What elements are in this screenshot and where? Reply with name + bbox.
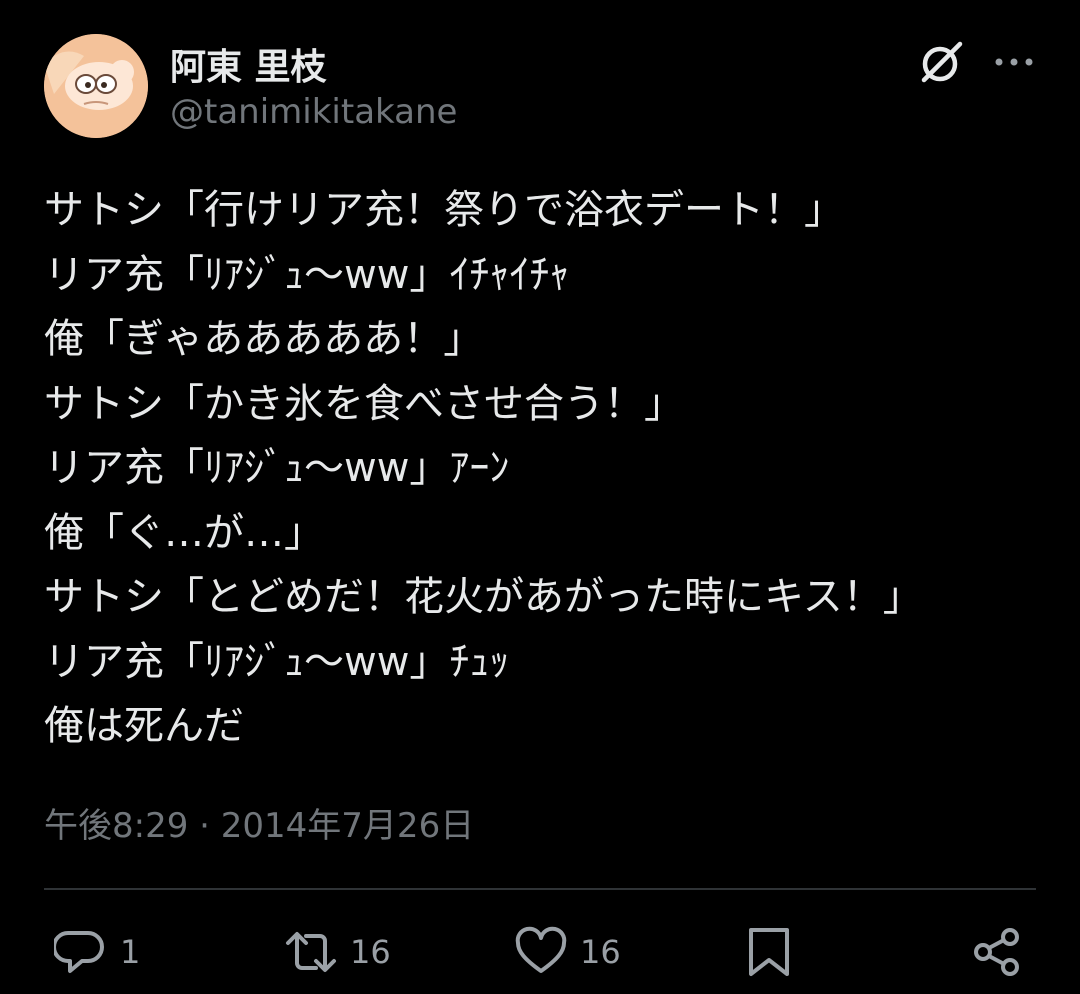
share-icon bbox=[974, 928, 1019, 976]
retweet-button[interactable]: 16 bbox=[284, 922, 391, 982]
like-count: 16 bbox=[580, 933, 621, 971]
tweet-line: 俺は死んだ bbox=[44, 703, 244, 749]
divider bbox=[44, 888, 1036, 890]
display-name[interactable]: 阿東 里枝 bbox=[170, 38, 327, 90]
tweet-text: サトシ「行けリア充！祭りで浴衣デート！」 リア充「ﾘｱｼﾞｭ〜ww」ｲﾁｬｲﾁｬ… bbox=[44, 178, 1044, 759]
reply-icon bbox=[54, 931, 104, 973]
tweet-line: 俺「ぐ…が…」 bbox=[44, 509, 324, 556]
reply-button[interactable]: 1 bbox=[54, 922, 140, 982]
like-button[interactable]: 16 bbox=[514, 922, 621, 982]
user-handle[interactable]: @tanimikitakane bbox=[170, 92, 457, 132]
heart-icon bbox=[515, 926, 567, 973]
tweet-header: 阿東 里枝 @tanimikitakane bbox=[44, 34, 1044, 144]
share-button[interactable] bbox=[970, 922, 1024, 982]
tweet-line: サトシ「かき氷を食べさせ合う！」 bbox=[44, 380, 684, 427]
more-dots-icon[interactable] bbox=[992, 44, 1036, 80]
tweet-timestamp[interactable]: 午後8:29 · 2014年7月26日 bbox=[44, 798, 474, 847]
avatar-image bbox=[44, 34, 148, 138]
tweet-line: リア充「ﾘｱｼﾞｭ〜ww」ｱｰﾝ bbox=[44, 445, 510, 491]
grok-icon[interactable] bbox=[920, 40, 964, 84]
tweet-line: サトシ「行けリア充！祭りで浴衣デート！」 bbox=[44, 187, 844, 233]
retweet-count: 16 bbox=[350, 933, 391, 971]
tweet-line: リア充「ﾘｱｼﾞｭ〜ww」ｲﾁｬｲﾁｬ bbox=[44, 251, 570, 298]
bookmark-button[interactable] bbox=[742, 922, 796, 982]
tweet-line: サトシ「とどめだ！花火があがった時にキス！」 bbox=[44, 574, 923, 620]
bookmark-icon bbox=[749, 928, 789, 976]
reply-count: 1 bbox=[120, 933, 141, 971]
retweet-icon bbox=[286, 932, 336, 972]
tweet-line: リア充「ﾘｱｼﾞｭ〜ww」ﾁｭｯ bbox=[44, 638, 510, 685]
avatar[interactable] bbox=[44, 34, 148, 138]
tweet-line: 俺「ぎゃあああああ！」 bbox=[44, 316, 484, 362]
